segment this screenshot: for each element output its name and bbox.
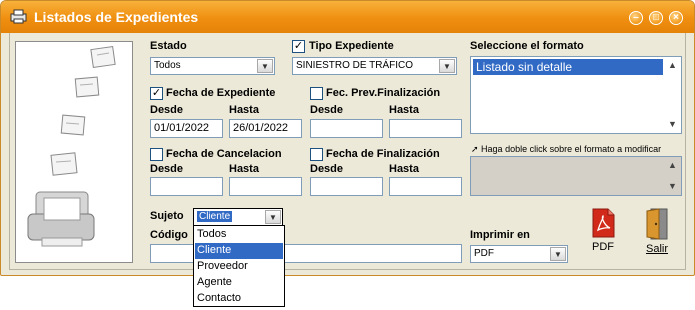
- pdf-icon: [592, 208, 615, 238]
- fecha-expediente-hasta-input[interactable]: 26/01/2022: [229, 119, 302, 138]
- printer-icon: [10, 9, 27, 24]
- scroll-down-icon[interactable]: ▼: [665, 117, 680, 132]
- imprimir-label: Imprimir en: [470, 229, 530, 241]
- chevron-down-icon[interactable]: ▼: [439, 59, 455, 73]
- printing-documents-icon: [27, 45, 116, 247]
- fecha-finalizacion-checkbox[interactable]: [310, 148, 323, 161]
- fecha-cancelacion-hasta-input[interactable]: [229, 177, 302, 196]
- imprimir-select[interactable]: PDF ▼: [470, 245, 568, 263]
- fecha-finalizacion-desde-input[interactable]: [310, 177, 383, 196]
- sujeto-label: Sujeto: [150, 210, 184, 222]
- fec-prev-desde-label: Desde: [310, 104, 344, 116]
- imprimir-value: PDF: [474, 248, 494, 259]
- estado-label: Estado: [150, 40, 187, 52]
- tipo-expediente-value: SINIESTRO DE TRÁFICO: [296, 60, 414, 71]
- formato-label: Seleccione el formato: [470, 40, 584, 52]
- formato-listbox[interactable]: Listado sin detalle ▲ ▼: [470, 56, 682, 134]
- title-bar[interactable]: Listados de Expedientes – □ ×: [1, 1, 694, 33]
- fecha-expediente-checkbox[interactable]: ✓: [150, 87, 163, 100]
- sujeto-option-todos[interactable]: Todos: [195, 227, 283, 243]
- sujeto-option-cliente[interactable]: Cliente: [195, 243, 283, 259]
- sujeto-value: Cliente: [197, 211, 233, 222]
- sujeto-dropdown-list[interactable]: Todos Cliente Proveedor Agente Contacto: [193, 225, 285, 307]
- formato-hint: ➚ Haga doble click sobre el formato a mo…: [471, 144, 681, 155]
- scroll-up-icon[interactable]: ▲: [665, 58, 680, 73]
- sujeto-option-contacto[interactable]: Contacto: [195, 291, 283, 307]
- close-icon: ×: [673, 12, 679, 23]
- minimize-button[interactable]: –: [629, 11, 643, 25]
- chevron-down-icon[interactable]: ▼: [265, 210, 281, 224]
- window-title: Listados de Expedientes: [34, 9, 199, 25]
- tipo-expediente-label: Tipo Expediente: [309, 40, 394, 52]
- salir-label: Salir: [645, 243, 668, 255]
- salir-button[interactable]: Salir: [643, 208, 671, 255]
- fecha-expediente-desde-input[interactable]: 01/01/2022: [150, 119, 223, 138]
- minimize-icon: –: [633, 12, 639, 23]
- tipo-expediente-select[interactable]: SINIESTRO DE TRÁFICO ▼: [292, 57, 457, 75]
- pdf-label: PDF: [592, 241, 614, 253]
- tipo-expediente-checkbox[interactable]: ✓: [292, 40, 305, 53]
- scroll-up-icon[interactable]: ▲: [665, 158, 680, 173]
- description-scrollbar[interactable]: ▲ ▼: [665, 158, 680, 194]
- fec-prev-hasta-input[interactable]: [389, 119, 462, 138]
- fecha-finalizacion-label: Fecha de Finalización: [326, 148, 440, 160]
- fecha-cancelacion-checkbox[interactable]: [150, 148, 163, 161]
- estado-value: Todos: [154, 60, 181, 71]
- fecha-expediente-hasta-label: Hasta: [229, 104, 259, 116]
- sujeto-option-agente[interactable]: Agente: [195, 275, 283, 291]
- fec-prev-finalizacion-checkbox[interactable]: [310, 87, 323, 100]
- fecha-cancelacion-desde-label: Desde: [150, 163, 184, 175]
- fec-prev-finalizacion-label: Fec. Prev.Finalización: [326, 87, 441, 99]
- arrow-pointer-icon: ➚: [471, 144, 482, 154]
- sujeto-option-proveedor[interactable]: Proveedor: [195, 259, 283, 275]
- fecha-finalizacion-desde-label: Desde: [310, 163, 344, 175]
- close-button[interactable]: ×: [669, 11, 683, 25]
- pdf-button[interactable]: PDF: [588, 208, 618, 253]
- fec-prev-desde-input[interactable]: [310, 119, 383, 138]
- estado-select[interactable]: Todos ▼: [150, 57, 275, 75]
- fecha-finalizacion-hasta-label: Hasta: [389, 163, 419, 175]
- formato-description-box[interactable]: ▲ ▼: [470, 156, 682, 196]
- maximize-button[interactable]: □: [649, 11, 663, 25]
- formato-list-item[interactable]: Listado sin detalle: [473, 59, 663, 75]
- fecha-cancelacion-desde-input[interactable]: [150, 177, 223, 196]
- fecha-expediente-label: Fecha de Expediente: [166, 87, 276, 99]
- checkmark-icon: ✓: [293, 40, 304, 52]
- scroll-down-icon[interactable]: ▼: [665, 179, 680, 194]
- exit-door-icon: [646, 208, 668, 240]
- fec-prev-hasta-label: Hasta: [389, 104, 419, 116]
- decorative-panel: [15, 41, 133, 263]
- fecha-cancelacion-label: Fecha de Cancelacion: [166, 148, 282, 160]
- chevron-down-icon[interactable]: ▼: [257, 59, 273, 73]
- formato-scrollbar[interactable]: ▲ ▼: [665, 58, 680, 132]
- sujeto-select[interactable]: Cliente ▼: [193, 208, 283, 226]
- formato-hint-text: Haga doble click sobre el formato a modi…: [481, 144, 662, 154]
- fecha-expediente-desde-label: Desde: [150, 104, 184, 116]
- codigo-label: Código: [150, 229, 188, 241]
- fecha-cancelacion-hasta-label: Hasta: [229, 163, 259, 175]
- fecha-finalizacion-hasta-input[interactable]: [389, 177, 462, 196]
- maximize-icon: □: [652, 12, 660, 23]
- checkmark-icon: ✓: [151, 87, 162, 99]
- chevron-down-icon[interactable]: ▼: [550, 247, 566, 261]
